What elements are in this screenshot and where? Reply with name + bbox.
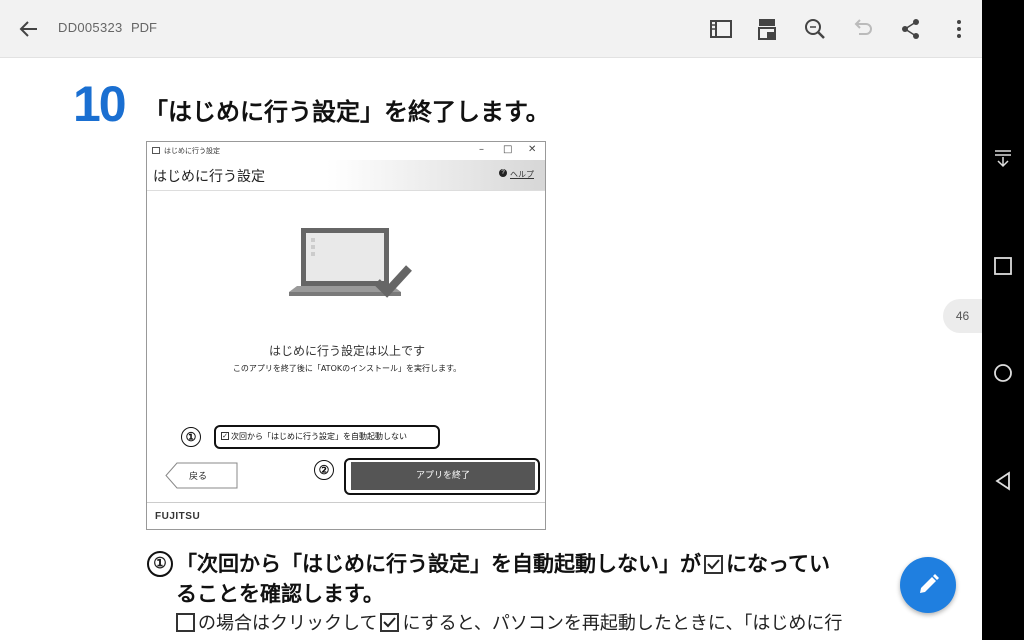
checked-box-icon xyxy=(704,555,723,574)
maximize-icon: □ xyxy=(503,144,513,155)
app-bar: DD005323 PDF xyxy=(0,0,982,58)
callout-marker-2: ② xyxy=(314,460,334,480)
undo-icon[interactable] xyxy=(847,14,877,44)
page-number-badge: 46 xyxy=(943,299,982,333)
back-triangle-icon[interactable] xyxy=(992,470,1014,492)
step-title: 「はじめに行う設定」を終了します。 xyxy=(144,98,550,126)
back-button-label: 戻る xyxy=(189,472,208,482)
step-number: 10 xyxy=(73,76,127,132)
instruction-line-1-a: 「次回から「はじめに行う設定」を自動起動しない」が xyxy=(176,552,701,576)
document-name: DD005323 xyxy=(58,20,123,35)
instruction-line-3-b: にすると、パソコンを再起動したときに、「はじめに行 xyxy=(402,613,843,634)
window-app-icon xyxy=(152,147,160,154)
completion-message: はじめに行う設定は以上です xyxy=(268,344,425,358)
dialog-screenshot: はじめに行う設定 – □ ✕ はじめに行う設定 ? ヘルプ はじめに行う設定は以… xyxy=(146,141,546,530)
checked-box-icon xyxy=(380,613,400,632)
share-icon[interactable] xyxy=(896,14,926,44)
system-nav-bar xyxy=(982,0,1024,640)
help-icon: ? xyxy=(499,169,507,177)
quit-app-button: アプリを終了 xyxy=(351,462,535,490)
callout-marker-1: ① xyxy=(181,427,201,447)
pencil-icon xyxy=(920,574,939,593)
download-icon[interactable] xyxy=(992,147,1014,169)
instruction-marker: ① xyxy=(147,551,173,577)
dialog-heading: はじめに行う設定 xyxy=(153,169,265,185)
autostart-checkbox: ✓ xyxy=(221,432,229,440)
instruction-line-3: の場合はクリックして にすると、パソコンを再起動したときに、「はじめに行 xyxy=(176,609,842,635)
back-arrow-icon[interactable] xyxy=(14,14,44,44)
instruction-line-3-a: の場合はクリックして xyxy=(198,613,378,634)
unchecked-box-icon xyxy=(176,613,195,632)
autostart-checkbox-label: 次回から「はじめに行う設定」を自動起動しない xyxy=(231,432,407,441)
window-title: はじめに行う設定 xyxy=(164,147,220,155)
divider xyxy=(147,190,545,191)
document-type: PDF xyxy=(131,20,157,35)
instruction-line-1: 「次回から「はじめに行う設定」を自動起動しない」が になってい xyxy=(176,548,830,578)
instruction-line-2: ることを確認します。 xyxy=(176,582,384,606)
instruction-line-1-b: になってい xyxy=(726,552,830,576)
laptop-check-illustration xyxy=(289,228,412,298)
close-icon: ✕ xyxy=(528,144,537,155)
overview-square-icon[interactable] xyxy=(992,255,1014,277)
help-link: ヘルプ xyxy=(510,170,534,179)
page-layout-icon[interactable] xyxy=(752,14,782,44)
outline-icon[interactable] xyxy=(706,14,736,44)
edit-fab[interactable] xyxy=(900,557,956,613)
home-circle-icon[interactable] xyxy=(992,362,1014,384)
fujitsu-logo: FUJITSU xyxy=(155,511,201,522)
minimize-icon: – xyxy=(479,144,484,155)
more-vert-icon[interactable] xyxy=(944,14,974,44)
footer-divider xyxy=(147,502,545,503)
search-zoom-icon[interactable] xyxy=(800,14,830,44)
atok-note: このアプリを終了後に「ATOKのインストール」を実行します。 xyxy=(232,364,462,373)
